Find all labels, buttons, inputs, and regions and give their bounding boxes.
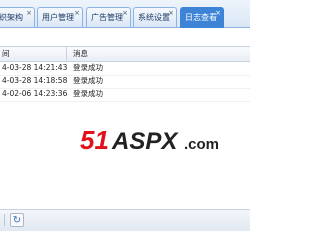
- table-row[interactable]: 4-02-06 14:23:36 登录成功: [0, 88, 250, 102]
- tab-label: 广告管理: [91, 13, 123, 22]
- refresh-icon[interactable]: ↻: [10, 213, 24, 227]
- close-icon[interactable]: ×: [215, 9, 221, 17]
- tab-log-view[interactable]: 日志查看 ×: [180, 7, 224, 28]
- close-icon[interactable]: ×: [74, 9, 80, 17]
- tab-label: 用户管理: [42, 13, 74, 22]
- column-header-time[interactable]: 间: [2, 48, 10, 60]
- tab-organization[interactable]: 织架构 ×: [0, 7, 35, 27]
- row-time: 4-03-28 14:18:58: [2, 76, 68, 85]
- pagination-bar: ↻: [0, 209, 250, 231]
- column-divider[interactable]: [66, 47, 67, 61]
- row-time: 4-03-28 14:21:43: [2, 63, 68, 72]
- toolbar-separator: [4, 214, 5, 226]
- tab-user-management[interactable]: 用户管理 ×: [37, 7, 83, 27]
- close-icon[interactable]: ×: [122, 9, 128, 17]
- watermark-logo: 51 ASPX .com: [80, 125, 219, 155]
- close-icon[interactable]: ×: [168, 9, 174, 17]
- watermark-name: ASPX: [111, 128, 179, 155]
- tab-label: 系统设置: [138, 13, 170, 22]
- tab-system-settings[interactable]: 系统设置 ×: [133, 7, 177, 27]
- row-message: 登录成功: [73, 89, 103, 98]
- watermark-brand: 51: [80, 125, 109, 155]
- table-row[interactable]: 4-03-28 14:21:43 登录成功: [0, 62, 250, 76]
- table-row[interactable]: 4-03-28 14:18:58 登录成功: [0, 75, 250, 89]
- row-message: 登录成功: [73, 63, 103, 72]
- grid-header: 间 消息: [0, 46, 250, 62]
- column-header-message[interactable]: 消息: [73, 48, 88, 60]
- close-icon[interactable]: ×: [26, 9, 32, 17]
- row-time: 4-02-06 14:23:36: [2, 89, 68, 98]
- row-message: 登录成功: [73, 76, 103, 85]
- tab-label: 日志查看: [185, 13, 217, 22]
- watermark-suffix: .com: [184, 136, 219, 153]
- tab-label: 织架构: [0, 13, 23, 22]
- tab-bar: 织架构 × 用户管理 × 广告管理 × 系统设置 × 日志查看 ×: [0, 0, 250, 28]
- log-grid: 间 消息 4-03-28 14:21:43 登录成功 4-03-28 14:18…: [0, 46, 250, 102]
- tab-ad-management[interactable]: 广告管理 ×: [86, 7, 131, 27]
